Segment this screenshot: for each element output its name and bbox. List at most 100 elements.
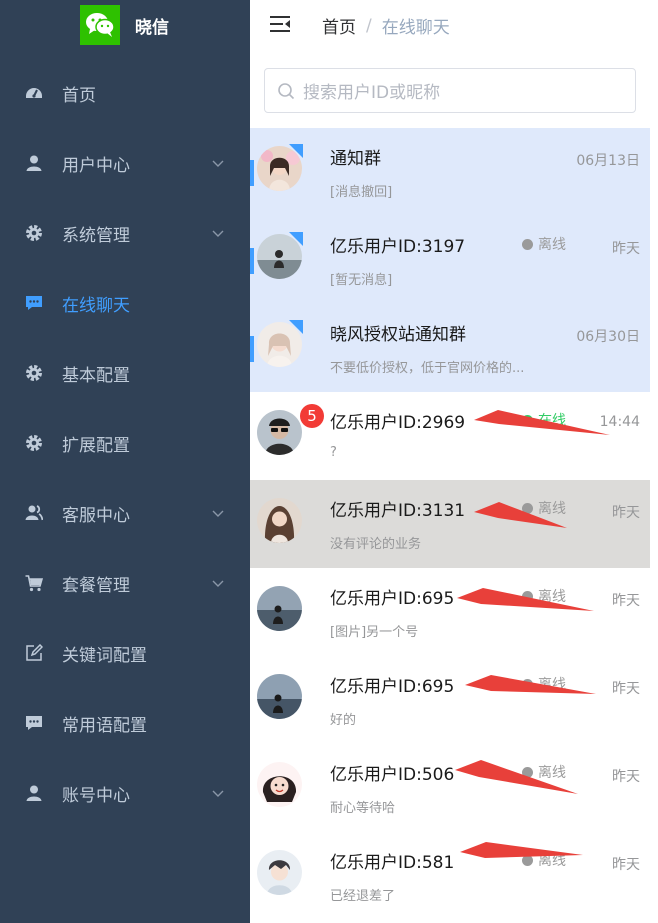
chat-preview: ? (330, 445, 337, 460)
breadcrumb: 首页 / 在线聊天 (322, 13, 450, 39)
unread-badge: 5 (300, 404, 324, 428)
sidebar-item-5[interactable]: 扩展配置 (0, 415, 250, 471)
chat-item[interactable]: 亿乐用户ID:581 已经退差了 离线 昨天 (250, 832, 650, 920)
chat-preview: [暂无消息] (330, 273, 393, 288)
search-icon (278, 83, 295, 100)
chat-time: 昨天 (612, 505, 640, 521)
chat-time: 昨天 (612, 681, 640, 697)
status-label: 离线 (538, 589, 566, 605)
avatar[interactable] (257, 410, 302, 455)
pin-corner-icon (289, 320, 303, 334)
chat-item[interactable]: 亿乐用户ID:3131 没有评论的业务 离线 昨天 (250, 480, 650, 568)
chat-bubble-icon (24, 293, 44, 313)
chat-item[interactable]: 5 亿乐用户ID:2969? 在线 14:44 (250, 392, 650, 480)
search-placeholder: 搜索用户ID或昵称 (303, 83, 441, 103)
sidebar-item-3[interactable]: 在线聊天 (0, 275, 250, 331)
app-title: 晓信 (135, 17, 169, 38)
chat-item[interactable]: 晓风授权站通知群不要低价授权，低于官网价格的... 06月30日 (250, 304, 650, 392)
sidebar-item-1[interactable]: 用户中心 (0, 135, 250, 191)
avatar[interactable] (257, 762, 302, 807)
chevron-down-icon[interactable] (211, 506, 225, 520)
status-dot-icon (522, 414, 533, 426)
sidebar: 晓信 首页用户中心系统管理在线聊天基本配置扩展配置客服中心套餐管理关键词配置常用… (0, 0, 250, 923)
sidebar-item-label: 首页 (62, 85, 96, 106)
dashboard-icon (24, 83, 44, 103)
chevron-down-icon[interactable] (211, 156, 225, 170)
chat-name: 亿乐用户ID:506 (330, 765, 455, 785)
sidebar-item-label: 系统管理 (62, 225, 130, 246)
avatar[interactable] (257, 498, 302, 543)
chevron-down-icon[interactable] (211, 786, 225, 800)
status-indicator: 离线 (522, 234, 566, 254)
chat-time: 昨天 (612, 241, 640, 257)
status-dot-icon (522, 678, 533, 690)
avatar[interactable] (257, 586, 302, 631)
sidebar-item-label: 常用语配置 (62, 715, 147, 736)
sidebar-item-7[interactable]: 套餐管理 (0, 555, 250, 611)
status-indicator: 离线 (522, 586, 566, 606)
search-area: 搜索用户ID或昵称 (250, 55, 658, 127)
chat-preview: [消息撤回] (330, 185, 393, 200)
chat-item[interactable]: 亿乐用户ID:695 [图片]另一个号 离线 昨天 (250, 568, 650, 656)
chat-preview: 耐心等待哈 (330, 801, 396, 816)
users-icon (24, 503, 44, 523)
chat-item[interactable]: 通知群 [消息撤回] 06月13日 (250, 128, 650, 216)
selection-marker (250, 160, 254, 186)
status-label: 离线 (538, 853, 566, 869)
sidebar-item-2[interactable]: 系统管理 (0, 205, 250, 261)
status-indicator: 离线 (522, 674, 566, 694)
status-dot-icon (522, 854, 533, 866)
chat-time: 06月30日 (576, 329, 640, 345)
chat-preview: 不要低价授权，低于官网价格的... (330, 361, 525, 376)
status-label: 离线 (538, 677, 566, 693)
status-indicator: 在线 (522, 410, 566, 430)
sidebar-item-8[interactable]: 关键词配置 (0, 625, 250, 681)
chat-preview: 已经退差了 (330, 889, 396, 904)
gear-icon (24, 363, 44, 383)
status-label: 离线 (538, 765, 566, 781)
chevron-down-icon[interactable] (211, 226, 225, 240)
menu-toggle-icon[interactable] (270, 14, 292, 34)
chat-time: 06月13日 (576, 153, 640, 169)
status-indicator: 离线 (522, 498, 566, 518)
chat-name: 亿乐用户ID:695 (330, 589, 455, 609)
chat-time: 昨天 (612, 593, 640, 609)
sidebar-item-4[interactable]: 基本配置 (0, 345, 250, 401)
chat-item[interactable]: 亿乐用户ID:506 耐心等待哈 离线 昨天 (250, 744, 650, 832)
chat-time: 昨天 (612, 857, 640, 873)
sidebar-item-0[interactable]: 首页 (0, 65, 250, 121)
sidebar-item-label: 套餐管理 (62, 575, 130, 596)
breadcrumb-home[interactable]: 首页 (322, 13, 356, 38)
pin-corner-icon (289, 232, 303, 246)
chevron-down-icon[interactable] (211, 576, 225, 590)
wechat-logo-icon (80, 5, 120, 45)
chat-time: 昨天 (612, 769, 640, 785)
chat-item[interactable]: 亿乐用户ID:695 好的 离线 昨天 (250, 656, 650, 744)
sidebar-item-6[interactable]: 客服中心 (0, 485, 250, 541)
sidebar-item-9[interactable]: 常用语配置 (0, 695, 250, 751)
selection-marker (250, 336, 254, 362)
chat-name: 亿乐用户ID:3197 (330, 237, 466, 257)
status-dot-icon (522, 590, 533, 602)
search-input[interactable]: 搜索用户ID或昵称 (264, 68, 636, 113)
chat-name: 通知群 (330, 149, 381, 169)
status-dot-icon (522, 238, 533, 250)
chat-item[interactable]: 亿乐用户ID:3197 [暂无消息] 离线 昨天 (250, 216, 650, 304)
sidebar-item-10[interactable]: 账号中心 (0, 765, 250, 821)
status-label: 离线 (538, 237, 566, 253)
cart-icon (24, 573, 44, 593)
app-logo[interactable]: 晓信 (80, 5, 169, 45)
breadcrumb-separator: / (366, 15, 372, 36)
chat-name: 晓风授权站通知群 (330, 325, 466, 345)
chat-name: 亿乐用户ID:695 (330, 677, 455, 697)
avatar[interactable] (257, 850, 302, 895)
gear-icon (24, 433, 44, 453)
status-label: 离线 (538, 501, 566, 517)
edit-icon (24, 643, 44, 663)
user-icon (24, 153, 44, 173)
status-indicator: 离线 (522, 850, 566, 870)
gear-icon (24, 223, 44, 243)
sidebar-item-label: 账号中心 (62, 785, 130, 806)
sidebar-item-label: 基本配置 (62, 365, 130, 386)
avatar[interactable] (257, 674, 302, 719)
